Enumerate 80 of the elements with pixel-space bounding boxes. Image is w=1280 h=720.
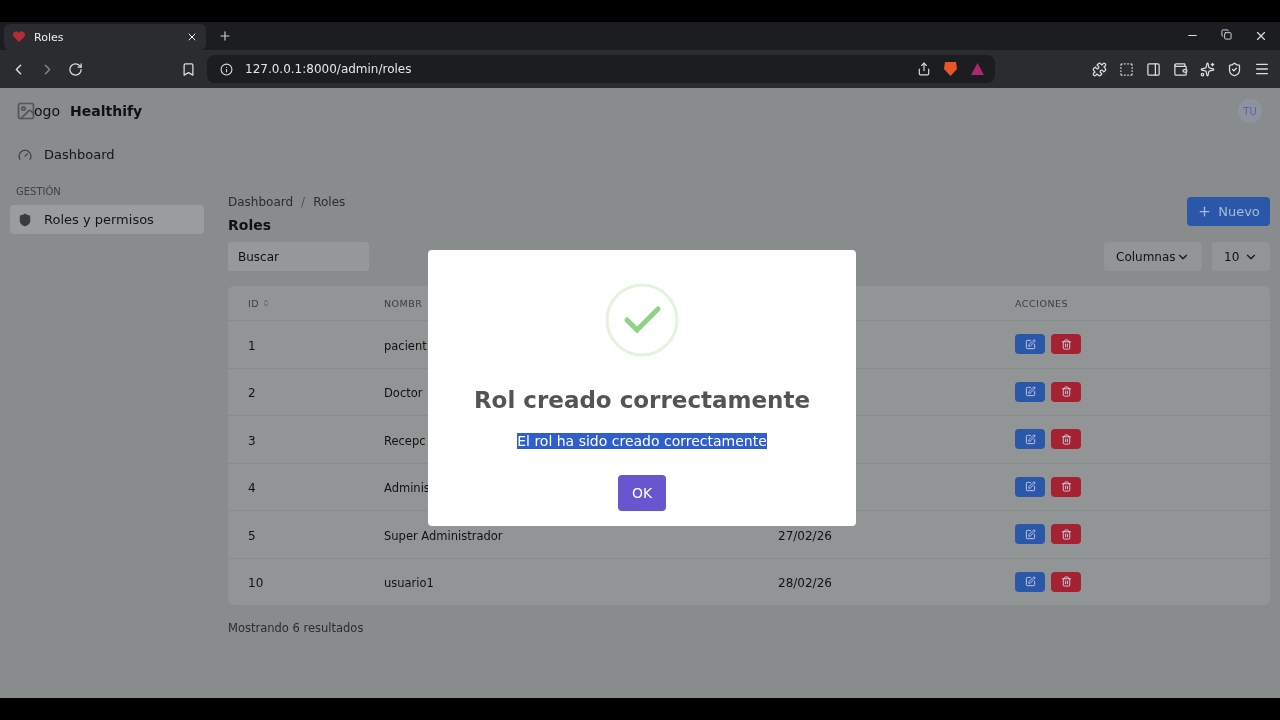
puzzle-icon[interactable] bbox=[1092, 61, 1107, 77]
sidebar-item[interactable]: Roles y permisos bbox=[10, 205, 204, 234]
table-cell: Doctor bbox=[384, 386, 423, 401]
image-icon bbox=[16, 101, 36, 121]
trash-icon bbox=[1060, 433, 1072, 445]
edit-button[interactable] bbox=[1015, 334, 1045, 355]
table-cell: Super Administrador bbox=[384, 528, 503, 543]
table-cell: 2 bbox=[248, 386, 256, 401]
trash-icon bbox=[1060, 338, 1072, 350]
dialog-message: El rol ha sido creado correctamente bbox=[517, 433, 767, 449]
plus-icon bbox=[1197, 204, 1213, 219]
table-cell: pacient bbox=[384, 338, 427, 353]
page-title: Roles bbox=[228, 217, 273, 233]
close-icon[interactable] bbox=[186, 31, 198, 43]
close-icon[interactable] bbox=[1254, 29, 1268, 43]
table-cell: 1 bbox=[248, 338, 256, 353]
wallet-icon[interactable] bbox=[1173, 61, 1188, 77]
sidebar-item[interactable]: Dashboard bbox=[10, 140, 204, 169]
shield-icon[interactable] bbox=[1227, 61, 1242, 77]
delete-button[interactable] bbox=[1051, 334, 1081, 355]
edit-button[interactable] bbox=[1015, 571, 1045, 592]
new-button[interactable]: Nuevo bbox=[1187, 197, 1270, 226]
pencil-icon bbox=[1024, 433, 1036, 445]
table-cell: 10 bbox=[248, 576, 264, 591]
trash-icon bbox=[1060, 481, 1072, 493]
heart-icon bbox=[12, 30, 26, 44]
restore-icon[interactable] bbox=[1221, 29, 1232, 43]
table-cell: 4 bbox=[248, 481, 256, 496]
table-cell: 28/02/26 bbox=[778, 576, 832, 591]
sparkle-icon[interactable] bbox=[1200, 61, 1215, 77]
delete-button[interactable] bbox=[1051, 524, 1081, 545]
edit-button[interactable] bbox=[1015, 476, 1045, 497]
shield-icon bbox=[18, 212, 32, 227]
table-cell: Recepc bbox=[384, 433, 426, 448]
section-heading: GESTIÓN bbox=[16, 186, 62, 197]
delete-button[interactable] bbox=[1051, 571, 1081, 592]
table-cell: usuario1 bbox=[384, 576, 434, 591]
logo-alt-text: ogo bbox=[34, 103, 61, 119]
columns-dropdown[interactable]: Columnas bbox=[1104, 242, 1202, 271]
page-size-select[interactable]: 10 bbox=[1212, 242, 1270, 271]
delete-button[interactable] bbox=[1051, 429, 1081, 450]
table-cell: 3 bbox=[248, 433, 256, 448]
edit-button[interactable] bbox=[1015, 381, 1045, 402]
table-cell: 5 bbox=[248, 528, 256, 543]
breadcrumb-separator: / bbox=[301, 195, 306, 209]
breadcrumb-item: Roles bbox=[313, 195, 346, 209]
pencil-icon bbox=[1024, 528, 1036, 540]
edit-button[interactable] bbox=[1015, 524, 1045, 545]
delete-button[interactable] bbox=[1051, 381, 1081, 402]
trash-icon bbox=[1060, 386, 1072, 398]
search-field[interactable]: Buscar bbox=[228, 242, 369, 271]
sidebar-icon[interactable] bbox=[1146, 61, 1161, 77]
column-header: NOMBR bbox=[384, 297, 423, 309]
check-icon bbox=[605, 283, 679, 357]
pencil-icon bbox=[1024, 386, 1036, 398]
gauge-icon bbox=[18, 147, 32, 162]
bookmark-icon[interactable] bbox=[181, 61, 196, 77]
triangle-icon[interactable] bbox=[970, 62, 985, 76]
trash-icon bbox=[1060, 528, 1072, 540]
browser-tab[interactable]: Roles bbox=[4, 24, 206, 50]
share-icon[interactable] bbox=[917, 62, 931, 76]
info-icon bbox=[220, 62, 233, 76]
new-tab-icon[interactable] bbox=[218, 29, 232, 43]
ok-button[interactable]: OK bbox=[618, 475, 666, 511]
edit-button[interactable] bbox=[1015, 429, 1045, 450]
table-cell: Adminis bbox=[384, 481, 430, 496]
breadcrumb-item[interactable]: Dashboard bbox=[228, 195, 294, 209]
results-count: Mostrando 6 resultados bbox=[228, 621, 365, 635]
reload-icon[interactable] bbox=[68, 61, 83, 77]
pencil-icon bbox=[1024, 481, 1036, 493]
column-header: ID bbox=[248, 297, 260, 309]
pencil-icon bbox=[1024, 576, 1036, 588]
column-header: ACCIONES bbox=[1015, 297, 1069, 309]
table-cell: 27/02/26 bbox=[778, 528, 832, 543]
delete-button[interactable] bbox=[1051, 476, 1081, 497]
pencil-icon bbox=[1024, 338, 1036, 350]
menu-icon[interactable] bbox=[1254, 61, 1270, 77]
trash-icon bbox=[1060, 576, 1072, 588]
dialog-title: Rol creado correctamente bbox=[473, 387, 811, 413]
brand-name: Healthify bbox=[70, 103, 143, 119]
